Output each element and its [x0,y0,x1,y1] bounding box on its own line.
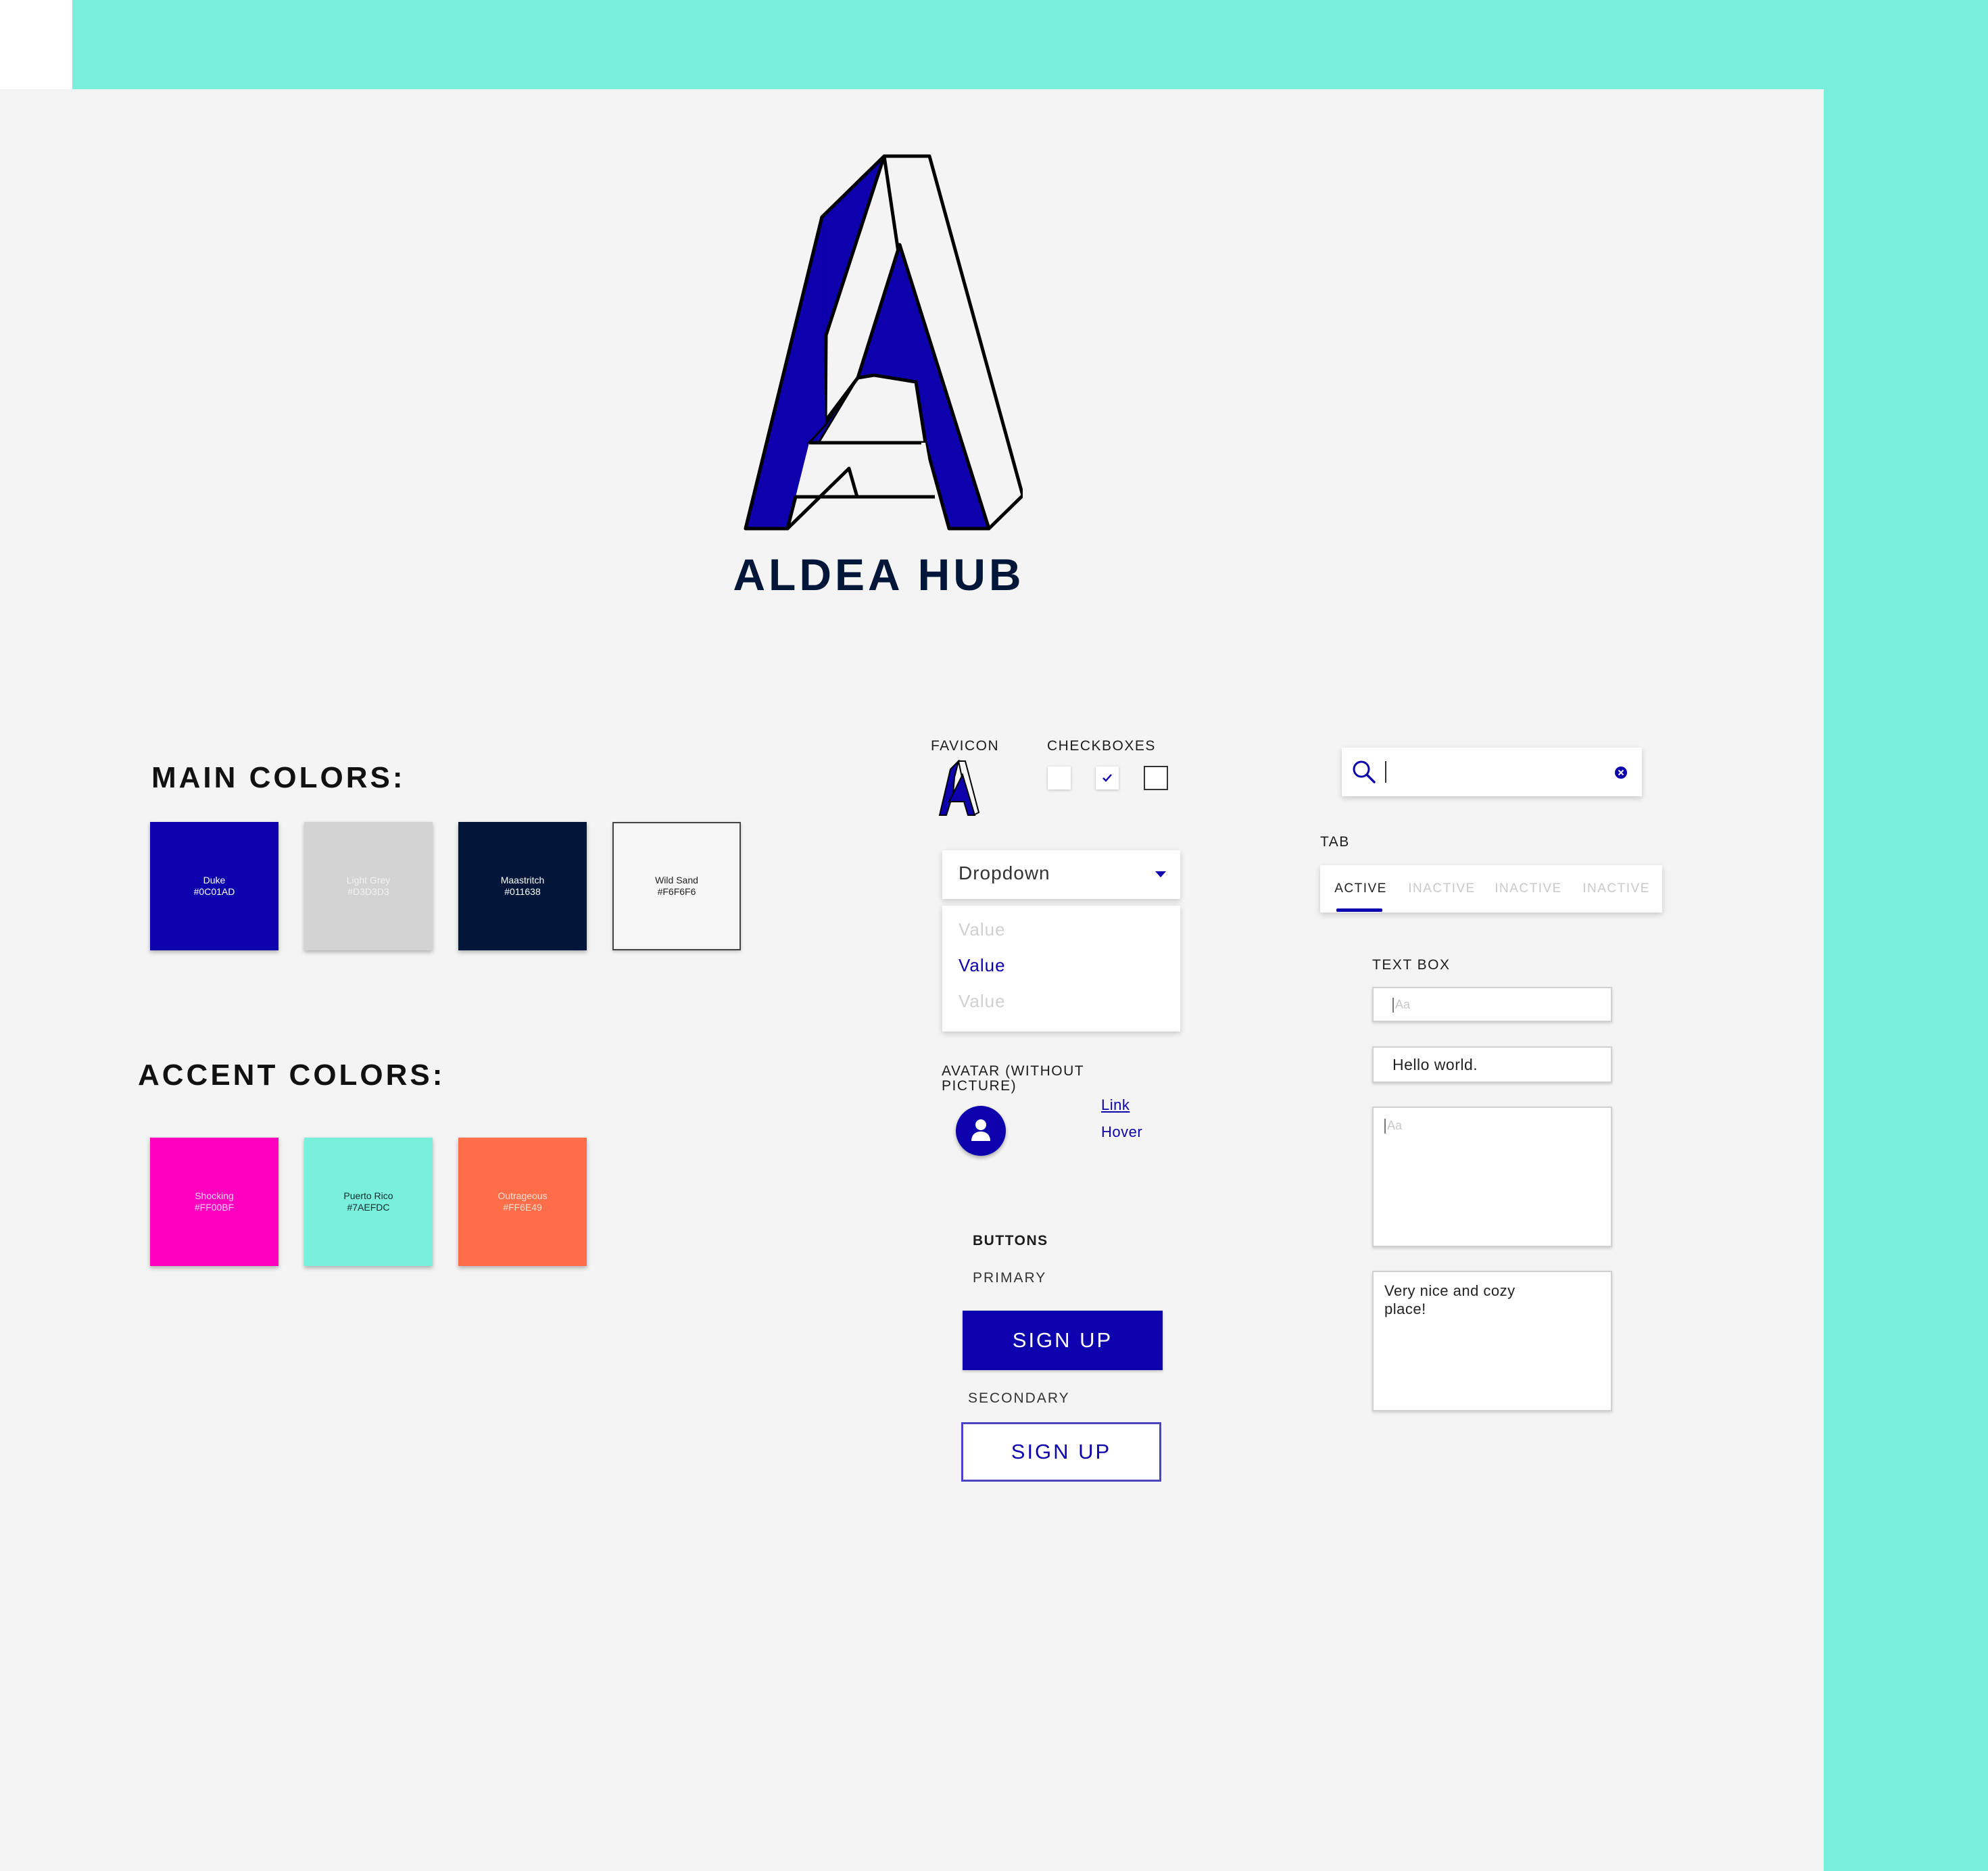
color-swatch-light-grey: Light Grey #D3D3D3 [304,822,433,950]
checkmark-icon [1102,774,1112,782]
search-input[interactable] [1342,748,1642,796]
swatch-hex: #D3D3D3 [347,886,389,897]
avatar-label: AVATAR (WITHOUT PICTURE) [942,1063,1084,1094]
swatch-hex: #F6F6F6 [657,886,696,897]
color-swatch-outrageous: Outrageous #FF6E49 [458,1138,587,1266]
swatch-name: Light Grey [346,875,391,885]
checkbox-unchecked[interactable] [1048,767,1071,789]
swatch-name: Maastritch [500,875,545,885]
text-input-filled[interactable]: Hello world. [1372,1046,1612,1083]
user-icon [971,1119,990,1141]
sign-up-secondary-button[interactable]: SIGN UP [961,1422,1161,1482]
color-swatch-duke: Duke #0C01AD [150,822,278,950]
brand-name: ALDEA HUB [733,550,1025,600]
main-colors-title: MAIN COLORS: [151,761,406,794]
text-area-line: place! [1384,1301,1426,1317]
checkboxes-label: CHECKBOXES [1047,738,1156,754]
aldea-logo-icon [744,154,1023,531]
favicon-label: FAVICON [931,738,1000,754]
text-area-line: Very nice and cozy [1384,1282,1516,1299]
color-swatch-shocking: Shocking #FF00BF [150,1138,278,1266]
dropdown-option[interactable]: Value [959,991,1006,1012]
swatch-hex: #FF6E49 [503,1202,542,1213]
buttons-label: BUTTONS [973,1233,1048,1248]
color-swatch-maastritch: Maastritch #011638 [458,822,587,950]
checkbox-outlined[interactable] [1144,766,1168,790]
text-input-empty[interactable]: Aa [1372,987,1612,1022]
text-area-value: Very nice and cozy place! [1384,1282,1516,1318]
accent-colors-title: ACCENT COLORS: [138,1059,445,1092]
tab-label: TAB [1320,834,1350,850]
avatar[interactable] [956,1106,1006,1156]
swatch-name: Duke [203,875,226,885]
secondary-label: SECONDARY [968,1390,1070,1406]
top-teal-band [72,0,1988,89]
active-tab-indicator [1336,908,1382,912]
swatch-hex: #7AEFDC [347,1202,390,1213]
dropdown-menu: Value Value Value [942,906,1180,1031]
swatch-name: Puerto Rico [343,1190,393,1201]
text-area-empty[interactable]: Aa [1372,1107,1612,1247]
swatch-hex: #011638 [504,886,541,897]
text-box-label: TEXT BOX [1372,957,1451,973]
search-caret [1385,761,1386,783]
swatch-hex: #0C01AD [193,886,235,897]
clear-icon[interactable] [1614,766,1628,779]
swatch-hex: #FF00BF [194,1202,235,1213]
tab-active[interactable]: ACTIVE [1327,865,1395,913]
dropdown-selected-label: Dropdown [959,862,1050,883]
link-hover-text[interactable]: Hover [1101,1123,1142,1141]
text-input-value: Hello world. [1392,1056,1478,1073]
tab-bar: ACTIVE INACTIVE INACTIVE INACTIVE [1320,865,1662,913]
dropdown-option[interactable]: Value [959,919,1006,940]
text-area-filled[interactable]: Very nice and cozy place! [1372,1271,1612,1411]
text-input-placeholder: Aa [1395,998,1411,1011]
tab-inactive[interactable]: INACTIVE [1401,865,1482,913]
color-swatch-wild-sand: Wild Sand #F6F6F6 [612,822,741,950]
dropdown-caret-icon [1155,871,1166,877]
link-text[interactable]: Link [1101,1096,1130,1114]
text-area-placeholder: Aa [1387,1119,1403,1132]
swatch-name: Shocking [195,1190,234,1201]
tab-inactive[interactable]: INACTIVE [1576,865,1657,913]
checkbox-checked[interactable] [1096,767,1119,789]
dropdown-option-active[interactable]: Value [959,955,1006,976]
dropdown-select[interactable]: Dropdown [942,850,1180,899]
primary-label: PRIMARY [973,1270,1047,1286]
tab-inactive[interactable]: INACTIVE [1488,865,1569,913]
text-caret [1392,998,1394,1013]
sign-up-primary-button[interactable]: SIGN UP [963,1311,1163,1370]
right-teal-band [1824,0,1988,1871]
swatch-name: Wild Sand [655,875,698,885]
swatch-name: Outrageous [498,1190,548,1201]
favicon-a-icon [938,760,980,817]
color-swatch-puerto-rico: Puerto Rico #7AEFDC [304,1138,433,1266]
search-icon [1353,760,1376,783]
text-area-caret [1384,1119,1386,1134]
